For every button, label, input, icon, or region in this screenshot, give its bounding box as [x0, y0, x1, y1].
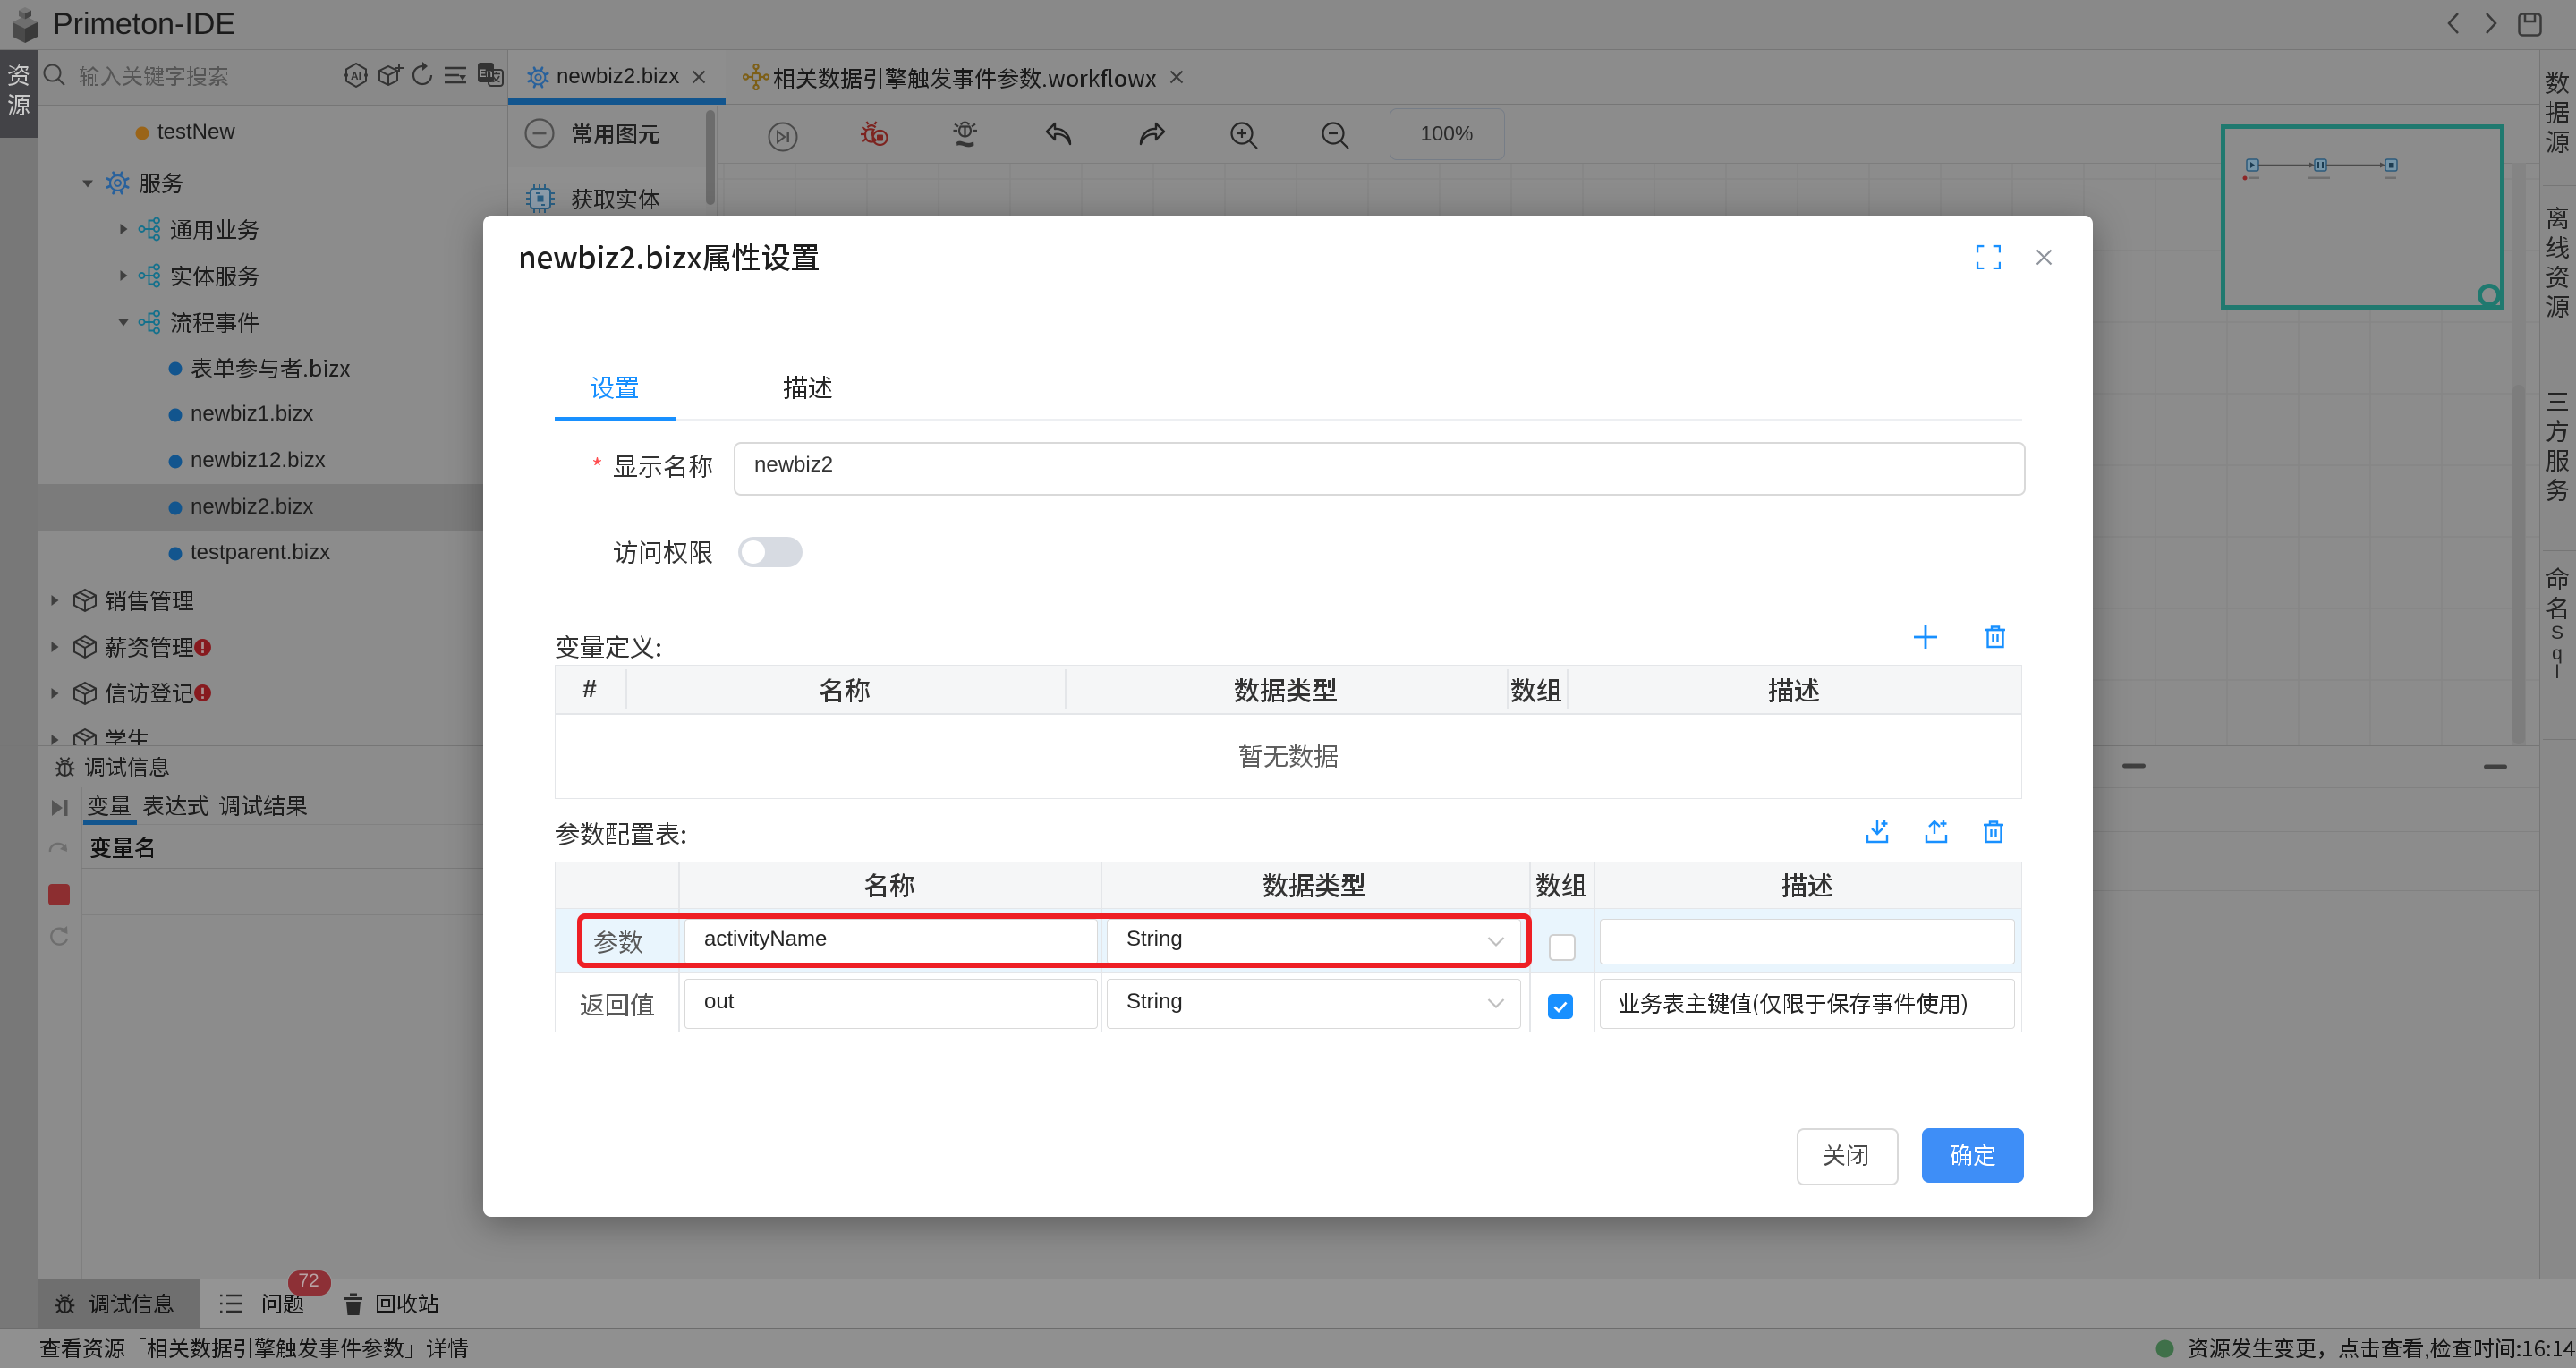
- svg-text:AI: AI: [351, 70, 361, 82]
